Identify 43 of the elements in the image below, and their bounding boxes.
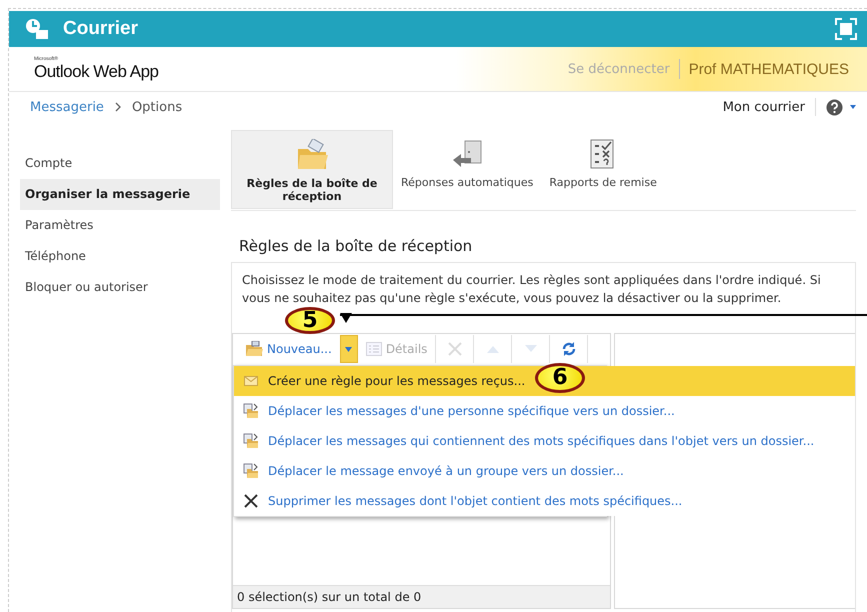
arrow-down-icon <box>524 345 537 353</box>
list-icon <box>366 342 382 356</box>
envelope-icon <box>244 376 258 386</box>
door-icon <box>451 138 484 170</box>
section-title: Règles de la boîte de réception <box>239 237 474 255</box>
folder-icon <box>243 433 259 449</box>
help-icon <box>826 98 843 116</box>
menu-item[interactable]: Déplacer les messages qui contiennent des mots spécifiques dans l'objet vers un dossier... <box>234 426 814 456</box>
user-name: Prof MATHEMATIQUES <box>688 60 849 78</box>
my-mail-link[interactable]: Mon courrier <box>722 100 805 114</box>
menu-item[interactable]: Déplacer les messages d'une personne spécifique vers un dossier... <box>234 396 675 426</box>
app-title: Courrier <box>63 18 138 40</box>
step-number-tooltip: 5 <box>285 307 335 334</box>
sidebar-item[interactable]: Paramètres <box>20 210 220 241</box>
help-button[interactable] <box>826 98 857 116</box>
dropdown-button[interactable] <box>340 335 358 363</box>
menu-item[interactable]: Supprimer les messages dont l'objet contient des mots spécifiques... <box>234 486 682 516</box>
sidebar-item[interactable]: Bloquer ou autoriser <box>20 272 220 303</box>
caret-icon <box>345 346 352 352</box>
sidebar-item[interactable]: Téléphone <box>20 241 220 272</box>
refresh-icon <box>562 342 576 356</box>
tab[interactable]: Rapports de remise <box>541 130 665 189</box>
menu-item[interactable]: Déplacer le message envoyé à un groupe vers un dossier... <box>234 456 624 486</box>
caret-icon <box>849 104 857 110</box>
sidebar-item[interactable]: Compte <box>20 148 220 179</box>
breadcrumb-link[interactable]: Messagerie <box>30 100 104 114</box>
close-icon <box>244 494 258 508</box>
status-bar: 0 sélection(s) sur un total de 0 <box>233 585 610 608</box>
breadcrumb-current: Options <box>132 100 182 114</box>
tab[interactable]: Réponses automatiques <box>393 130 542 189</box>
folder-icon <box>243 403 259 419</box>
arrow-up-icon <box>486 345 499 353</box>
folder-icon <box>245 341 263 357</box>
close-icon <box>448 342 462 356</box>
sidebar-item[interactable]: Organiser la messagerie <box>20 179 220 210</box>
new-button[interactable]: Nouveau... <box>237 335 340 363</box>
folder-icon <box>243 463 259 479</box>
folder-icon <box>296 139 328 171</box>
brand-logo: Outlook Web App <box>34 62 158 82</box>
tab[interactable]: Règles de la boîte de réception <box>231 130 393 209</box>
fullscreen-icon <box>835 18 857 40</box>
description-text: Choisissez le mode de traitement du courrier. Les règles sont appliquées dans l'ordre indiqué. Si vous ne souhaitez pas qu'une règle s'exécute, vous pouvez la désactiver ou la supprimer. <box>242 272 822 307</box>
chevron-icon <box>114 102 122 112</box>
